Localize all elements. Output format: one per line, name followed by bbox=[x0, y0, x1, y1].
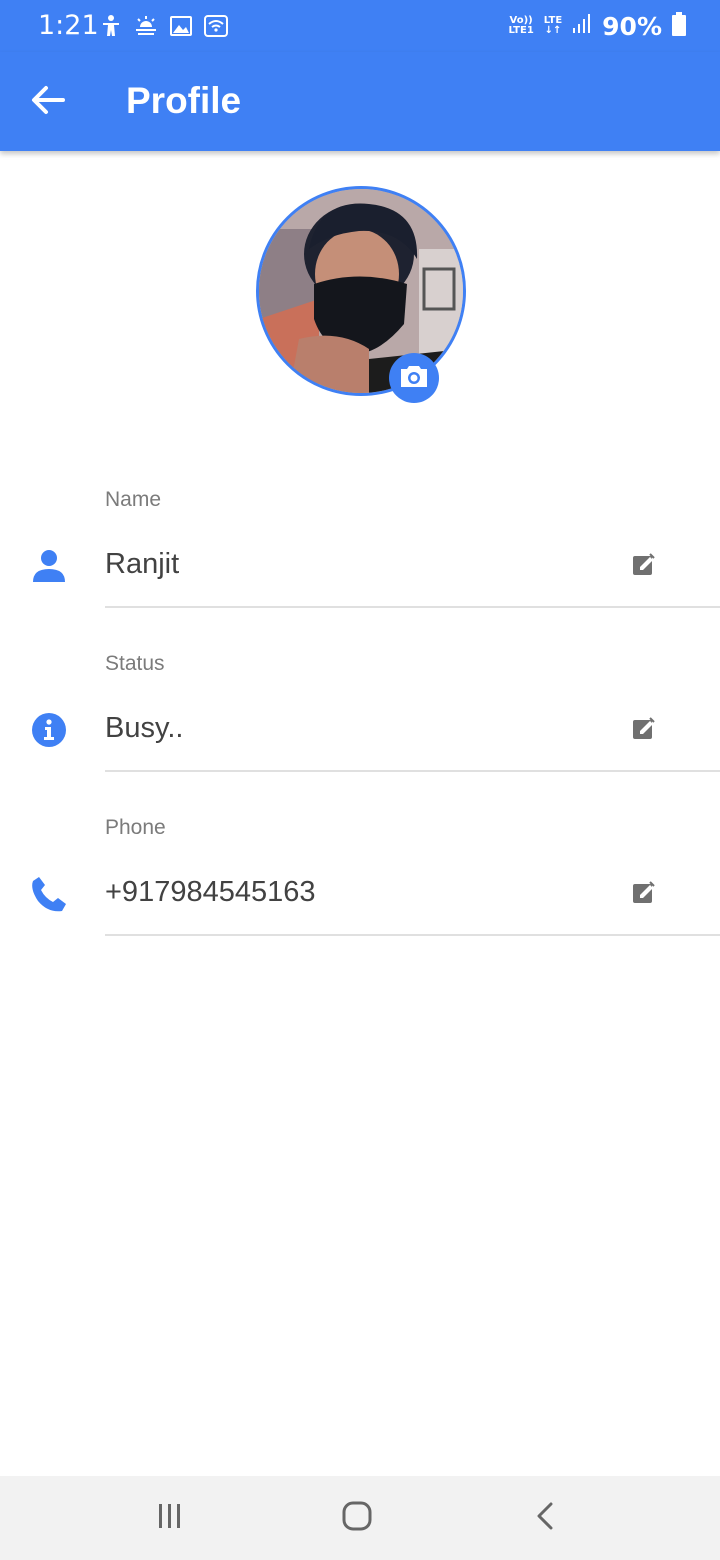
wifi-icon bbox=[204, 15, 228, 37]
phone-label: Phone bbox=[105, 816, 166, 839]
status-label: Status bbox=[105, 652, 165, 675]
arrow-left-icon bbox=[31, 85, 65, 120]
status-time: 1:21 bbox=[38, 10, 99, 41]
status-icons-left bbox=[100, 12, 228, 40]
phone-field: Phone +917984545163 bbox=[0, 816, 720, 966]
page-title: Profile bbox=[126, 80, 242, 121]
system-back-button[interactable] bbox=[515, 1492, 575, 1544]
network-indicator: LTE ↓↑ bbox=[544, 16, 562, 36]
status-icons-right: Vo)) LTE1 LTE ↓↑ 90% bbox=[508, 10, 686, 42]
volte-bottom-text: LTE1 bbox=[508, 25, 534, 36]
gallery-icon bbox=[170, 16, 192, 36]
status-field: Status Busy.. bbox=[0, 652, 720, 802]
status-value: Busy.. bbox=[105, 712, 184, 744]
back-icon bbox=[534, 1501, 556, 1536]
home-button[interactable] bbox=[327, 1492, 387, 1544]
back-button[interactable] bbox=[22, 76, 74, 128]
recent-apps-button[interactable] bbox=[140, 1492, 200, 1544]
edit-phone-button[interactable] bbox=[628, 878, 660, 910]
data-arrows-icon: ↓↑ bbox=[544, 25, 562, 36]
status-bar: 1:21 Vo)) LTE1 LTE ↓↑ 90% bbox=[0, 0, 720, 52]
name-label: Name bbox=[105, 488, 162, 511]
app-bar: Profile bbox=[0, 52, 720, 151]
status-divider bbox=[105, 770, 720, 772]
name-divider bbox=[105, 606, 720, 608]
phone-icon bbox=[29, 874, 69, 914]
edit-icon bbox=[632, 880, 656, 909]
accessibility-icon bbox=[100, 14, 122, 38]
recent-apps-icon bbox=[156, 1502, 184, 1535]
name-field: Name Ranjit bbox=[0, 488, 720, 638]
person-icon bbox=[29, 546, 69, 586]
edit-status-button[interactable] bbox=[628, 714, 660, 746]
navigation-bar bbox=[0, 1476, 720, 1560]
battery-percent: 90% bbox=[602, 11, 662, 41]
home-icon bbox=[341, 1500, 373, 1537]
edit-name-button[interactable] bbox=[628, 550, 660, 582]
signal-icon bbox=[572, 13, 592, 40]
name-value: Ranjit bbox=[105, 548, 180, 580]
camera-icon bbox=[399, 363, 429, 394]
phone-divider bbox=[105, 934, 720, 936]
info-icon bbox=[29, 710, 69, 750]
volte-indicator: Vo)) LTE1 bbox=[508, 16, 533, 36]
battery-icon bbox=[672, 11, 686, 41]
phone-value: +917984545163 bbox=[105, 876, 316, 908]
change-photo-button[interactable] bbox=[389, 353, 439, 403]
weather-icon bbox=[134, 15, 158, 37]
edit-icon bbox=[632, 552, 656, 581]
edit-icon bbox=[632, 716, 656, 745]
